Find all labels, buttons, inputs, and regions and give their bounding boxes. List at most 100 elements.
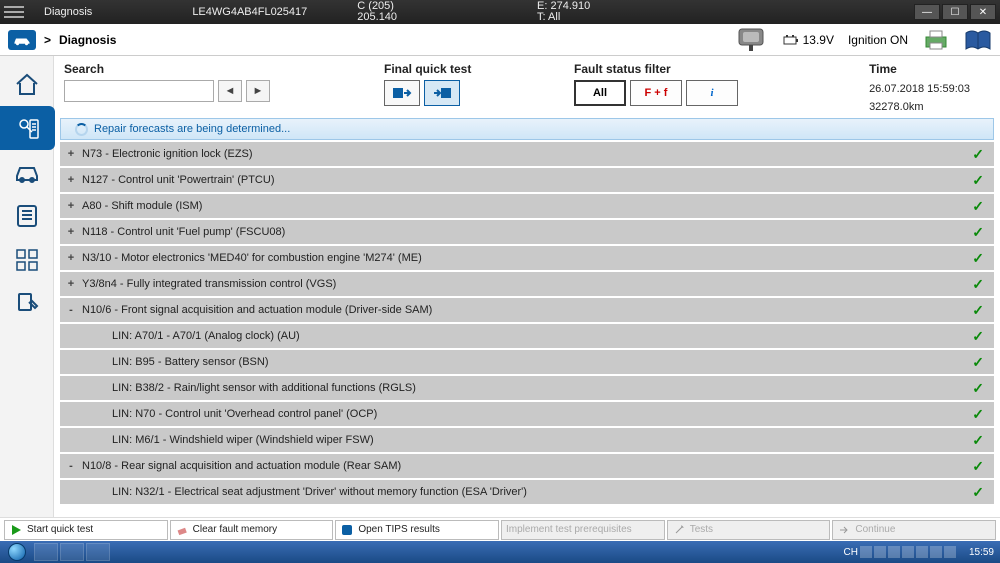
taskbar-item-2[interactable]	[60, 543, 84, 561]
tray-icon[interactable]	[888, 546, 900, 558]
taskbar-item-3[interactable]	[86, 543, 110, 561]
status-ok-icon: ✓	[972, 276, 984, 293]
ecu-row[interactable]: LIN: B95 - Battery sensor (BSN)✓	[60, 350, 994, 374]
system-tray[interactable]: CH 15:59	[844, 546, 998, 558]
model-info: C (205) 205.140	[357, 1, 397, 23]
expand-toggle[interactable]: +	[64, 174, 78, 186]
search-prev-button[interactable]: ◄	[218, 80, 242, 102]
maximize-button[interactable]: ☐	[942, 4, 968, 20]
clear-fault-button[interactable]: Clear fault memory	[170, 520, 334, 540]
app-name: Diagnosis	[44, 6, 92, 18]
tips-icon	[340, 523, 354, 537]
expand-toggle[interactable]: +	[64, 252, 78, 264]
play-icon	[9, 523, 23, 537]
breadcrumb-sep: >	[44, 33, 51, 47]
status-ok-icon: ✓	[972, 172, 984, 189]
open-tips-button[interactable]: Open TIPS results	[335, 520, 499, 540]
ecu-row[interactable]: LIN: B38/2 - Rain/light sensor with addi…	[60, 376, 994, 400]
ecu-row[interactable]: LIN: N32/1 - Electrical seat adjustment …	[60, 480, 994, 504]
impl-prereq-label: Implement test prerequisites	[506, 524, 632, 535]
expand-toggle[interactable]: -	[64, 304, 78, 316]
sidebar-list[interactable]	[0, 194, 53, 238]
ecu-row[interactable]: +A80 - Shift module (ISM)✓	[60, 194, 994, 218]
expand-toggle[interactable]: -	[64, 460, 78, 472]
ecu-row[interactable]: +N118 - Control unit 'Fuel pump' (FSCU08…	[60, 220, 994, 244]
status-ok-icon: ✓	[972, 328, 984, 345]
tests-label: Tests	[690, 524, 713, 535]
odometer-value: 32278.0km	[869, 100, 970, 114]
start-quick-test-button[interactable]: Start quick test	[4, 520, 168, 540]
ecu-row[interactable]: -N10/8 - Rear signal acquisition and act…	[60, 454, 994, 478]
tray-icon[interactable]	[902, 546, 914, 558]
sidebar-grid[interactable]	[0, 238, 53, 282]
sidebar-tools[interactable]	[0, 282, 53, 326]
printer-icon[interactable]	[922, 29, 950, 51]
menu-icon[interactable]	[4, 6, 24, 18]
filter-info-button[interactable]: i	[686, 80, 738, 106]
filter-all-button[interactable]: All	[574, 80, 626, 106]
spinner-icon	[75, 123, 88, 136]
taskbar-clock[interactable]: 15:59	[958, 547, 994, 558]
tray-icon[interactable]	[874, 546, 886, 558]
lang-indicator[interactable]: CH	[844, 547, 858, 558]
model-line2: 205.140	[357, 12, 397, 23]
ecu-label: N118 - Control unit 'Fuel pump' (FSCU08)	[78, 226, 972, 238]
status-ok-icon: ✓	[972, 406, 984, 423]
ecu-row[interactable]: +N127 - Control unit 'Powertrain' (PTCU)…	[60, 168, 994, 192]
close-button[interactable]: ✕	[970, 4, 996, 20]
sidebar-diagnosis[interactable]	[0, 106, 55, 150]
window-controls: — ☐ ✕	[914, 4, 996, 20]
window-titlebar: Diagnosis LE4WG4AB4FL025417 C (205) 205.…	[0, 0, 1000, 24]
taskbar-item-1[interactable]	[34, 543, 58, 561]
start-button[interactable]	[2, 542, 32, 562]
ecu-label: LIN: A70/1 - A70/1 (Analog clock) (AU)	[108, 330, 972, 342]
ecu-label: N3/10 - Motor electronics 'MED40' for co…	[78, 252, 972, 264]
ecu-row[interactable]: LIN: N70 - Control unit 'Overhead contro…	[60, 402, 994, 426]
expand-toggle[interactable]: +	[64, 278, 78, 290]
breadcrumb: Diagnosis	[59, 33, 116, 47]
quick-test-out-button[interactable]	[424, 80, 460, 106]
ecu-label: N127 - Control unit 'Powertrain' (PTCU)	[78, 174, 972, 186]
search-next-button[interactable]: ►	[246, 80, 270, 102]
sidebar-nav	[0, 56, 54, 517]
status-ok-icon: ✓	[972, 250, 984, 267]
tests-button[interactable]: Tests	[667, 520, 831, 540]
book-icon[interactable]	[964, 29, 992, 51]
minimize-button[interactable]: —	[914, 4, 940, 20]
status-ok-icon: ✓	[972, 302, 984, 319]
continue-button[interactable]: Continue	[832, 520, 996, 540]
quick-test-in-button[interactable]	[384, 80, 420, 106]
loading-banner: Repair forecasts are being determined...	[60, 118, 994, 140]
ecu-row[interactable]: +N3/10 - Motor electronics 'MED40' for c…	[60, 246, 994, 270]
tray-icon[interactable]	[944, 546, 956, 558]
status-ok-icon: ✓	[972, 484, 984, 501]
ecu-row[interactable]: +N73 - Electronic ignition lock (EZS)✓	[60, 142, 994, 166]
trans-line: T: All	[537, 12, 590, 23]
expand-toggle[interactable]: +	[64, 148, 78, 160]
vin-text: LE4WG4AB4FL025417	[192, 6, 307, 18]
vehicle-icon[interactable]	[8, 30, 36, 50]
tray-icon[interactable]	[916, 546, 928, 558]
open-tips-label: Open TIPS results	[358, 524, 440, 535]
ecu-row[interactable]: LIN: M6/1 - Windshield wiper (Windshield…	[60, 428, 994, 452]
tray-icon[interactable]	[930, 546, 942, 558]
sidebar-home[interactable]	[0, 62, 53, 106]
search-input[interactable]	[64, 80, 214, 102]
ecu-row[interactable]: -N10/6 - Front signal acquisition and ac…	[60, 298, 994, 322]
start-quick-label: Start quick test	[27, 524, 93, 535]
impl-prereq-button[interactable]: Implement test prerequisites	[501, 520, 665, 540]
ignition-status: Ignition ON	[848, 33, 908, 47]
ecu-row[interactable]: +Y3/8n4 - Fully integrated transmission …	[60, 272, 994, 296]
filter-ff-button[interactable]: F + f	[630, 80, 682, 106]
windows-taskbar[interactable]: CH 15:59	[0, 541, 1000, 563]
expand-toggle[interactable]: +	[64, 226, 78, 238]
ecu-row[interactable]: LIN: A70/1 - A70/1 (Analog clock) (AU)✓	[60, 324, 994, 348]
tray-icon[interactable]	[860, 546, 872, 558]
status-ok-icon: ✓	[972, 354, 984, 371]
ecu-tree[interactable]: +N73 - Electronic ignition lock (EZS)✓+N…	[54, 140, 1000, 517]
status-ok-icon: ✓	[972, 432, 984, 449]
sidebar-vehicle[interactable]	[0, 150, 53, 194]
expand-toggle[interactable]: +	[64, 200, 78, 212]
wrench-icon	[672, 523, 686, 537]
fault-filter-label: Fault status filter	[574, 62, 824, 76]
